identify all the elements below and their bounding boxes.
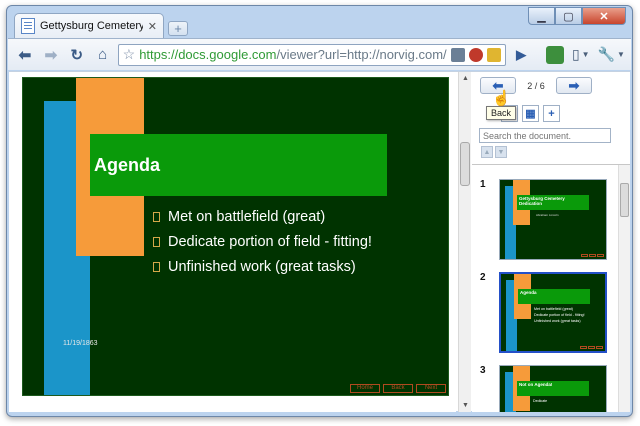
search-navigation: ▲ ▼ xyxy=(481,146,507,158)
thumbnail-image[interactable]: Not on Agenda! Dedicate xyxy=(499,365,607,412)
address-bar[interactable]: ☆ https://docs.google.com/viewer?url=htt… xyxy=(117,43,507,66)
bullet-icon xyxy=(153,261,160,272)
slide-home-button[interactable]: Home xyxy=(350,384,380,393)
thumb-bullet: Unfinished work (great tasks) xyxy=(534,319,581,323)
thumbnail-scroll-thumb[interactable] xyxy=(620,183,629,217)
document-icon xyxy=(21,18,35,34)
minimize-button[interactable]: ▁ xyxy=(528,7,555,25)
forward-arrow-icon[interactable]: ➡ xyxy=(40,44,62,66)
url-rest: /viewer?url=http://norvig.com/Getty xyxy=(276,47,448,62)
bullet-icon xyxy=(153,211,160,222)
thumbnail-number: 2 xyxy=(480,272,486,283)
viewer-side-panel: ⬅ 2 / 6 ➡ ▭ ▢ ▦ + Back ☝ ▲ ▼ 1 Gettysbur… xyxy=(472,72,630,412)
close-tab-icon[interactable]: ✕ xyxy=(148,20,157,33)
current-slide: Agenda Met on battlefield (great) Dedica… xyxy=(22,77,449,396)
thumb-title: Agenda xyxy=(518,289,590,304)
search-previous-icon[interactable]: ▲ xyxy=(481,146,493,158)
scroll-down-icon[interactable]: ▼ xyxy=(459,399,472,412)
thumbnail-image[interactable]: Gettysburg Cemetery Dedication Abraham L… xyxy=(499,179,607,260)
home-icon[interactable]: ⌂ xyxy=(92,44,114,66)
thumbnail-image-selected[interactable]: Agenda Met on battlefield (great) Dedica… xyxy=(499,272,607,353)
blocked-icon[interactable] xyxy=(469,47,484,62)
browser-tab[interactable]: Gettysburg Cemetery De... ✕ xyxy=(14,13,164,38)
bullet-text: Dedicate portion of field - fitting! xyxy=(168,233,372,250)
star-icon[interactable]: ☆ xyxy=(123,46,136,63)
bullet-text: Met on battlefield (great) xyxy=(168,208,326,225)
thumbnail-list: 1 Gettysburg Cemetery Dedication Abraham… xyxy=(472,165,618,412)
viewer-scrollbar[interactable]: ▲ ▼ xyxy=(458,72,471,412)
slide-bullets: Met on battlefield (great) Dedicate port… xyxy=(153,204,372,279)
next-page-button[interactable]: ➡ xyxy=(556,77,592,94)
thumb-title: Gettysburg Cemetery Dedication xyxy=(517,195,589,210)
wrench-icon[interactable]: 🔧 ▼ xyxy=(598,46,625,63)
page-action-icon[interactable] xyxy=(451,47,466,62)
thumb-nav xyxy=(581,254,604,257)
bullet-item: Dedicate portion of field - fitting! xyxy=(153,229,372,254)
thumb-bullet: Dedicate xyxy=(533,399,548,403)
bullet-item: Met on battlefield (great) xyxy=(153,204,372,229)
close-window-button[interactable]: ✕ xyxy=(582,7,626,25)
scroll-thumb[interactable] xyxy=(460,142,470,186)
page-content: Agenda Met on battlefield (great) Dedica… xyxy=(9,71,630,412)
thumb-bullets: Met on battlefield (great) Dedicate port… xyxy=(534,306,585,324)
thumbnail-scrollbar[interactable] xyxy=(618,165,630,412)
search-next-icon[interactable]: ▼ xyxy=(495,146,507,158)
back-arrow-icon[interactable]: ⬅ xyxy=(14,44,36,66)
lock-icon[interactable] xyxy=(487,47,502,62)
url-host: https://docs.google.com xyxy=(139,47,277,62)
url-text[interactable]: https://docs.google.com/viewer?url=http:… xyxy=(139,47,447,62)
scroll-up-icon[interactable]: ▲ xyxy=(459,72,472,85)
back-tooltip: Back xyxy=(486,106,517,120)
thumb-bullets: Dedicate xyxy=(533,398,547,404)
zoom-in-icon[interactable]: + xyxy=(543,105,560,122)
bullet-item: Unfinished work (great tasks) xyxy=(153,254,372,279)
slide-back-button[interactable]: Back xyxy=(383,384,413,393)
page-menu-icon[interactable]: ▯ ▼ xyxy=(572,46,590,63)
page-indicator: 2 / 6 xyxy=(527,80,545,91)
tab-title: Gettysburg Cemetery De... xyxy=(40,20,143,32)
maximize-button[interactable]: ▢ xyxy=(555,7,582,25)
slide-next-button[interactable]: Next xyxy=(416,384,446,393)
browser-toolbar: ⬅ ➡ ↻ ⌂ ☆ https://docs.google.com/viewer… xyxy=(8,38,631,70)
slide-viewer: Agenda Met on battlefield (great) Dedica… xyxy=(9,72,456,412)
slide-title-box: Agenda xyxy=(90,134,387,196)
thumbnail-item[interactable]: 1 Gettysburg Cemetery Dedication Abraham… xyxy=(472,165,618,260)
thumbnail-number: 1 xyxy=(480,179,486,190)
thumb-subtitle: Abraham Lincoln xyxy=(536,213,559,217)
bullet-icon xyxy=(153,236,160,247)
thumbnail-number: 3 xyxy=(480,365,486,376)
extension-icon[interactable] xyxy=(546,45,564,64)
slide-date: 11/19/1863 xyxy=(63,340,98,347)
document-search-input[interactable] xyxy=(479,128,611,143)
slide-nav-buttons: Home Back Next xyxy=(350,384,446,393)
hand-cursor-icon: ☝ xyxy=(492,90,511,107)
window-controls: ▁ ▢ ✕ xyxy=(528,7,626,25)
slide-title: Agenda xyxy=(94,154,161,175)
thumb-nav xyxy=(580,346,603,349)
grid-view-icon[interactable]: ▦ xyxy=(522,105,539,122)
new-tab-button[interactable]: + xyxy=(168,21,188,36)
go-icon[interactable]: ▶ xyxy=(510,44,532,66)
thumb-title: Not on Agenda! xyxy=(517,381,589,396)
thumbnail-item[interactable]: 3 Not on Agenda! Dedicate xyxy=(472,351,618,412)
bullet-text: Unfinished work (great tasks) xyxy=(168,258,356,275)
thumbnail-item[interactable]: 2 Agenda Met on battlefield (great) Dedi… xyxy=(472,258,618,353)
reload-icon[interactable]: ↻ xyxy=(66,44,88,66)
